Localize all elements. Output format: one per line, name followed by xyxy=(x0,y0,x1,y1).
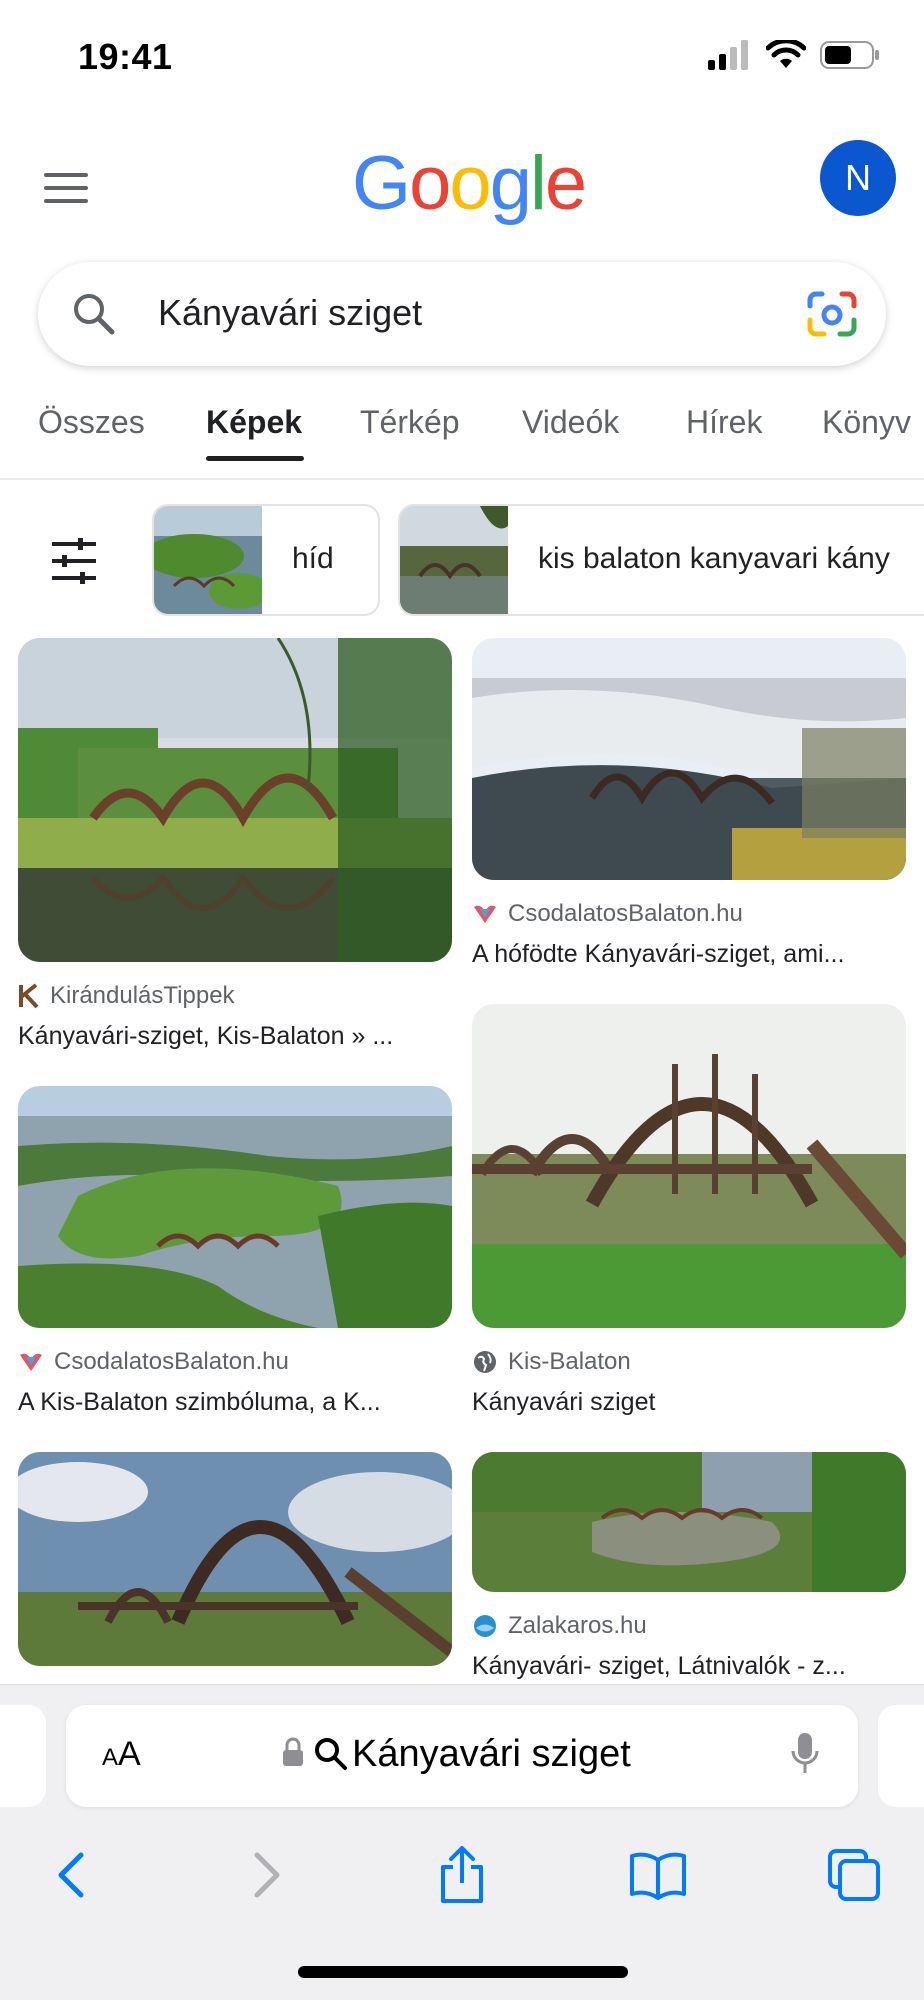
status-bar: 19:41 xyxy=(0,0,924,110)
status-time: 19:41 xyxy=(78,36,173,77)
filter-tune-icon[interactable] xyxy=(50,538,98,584)
back-button[interactable] xyxy=(30,1835,110,1915)
result-image-1[interactable] xyxy=(18,638,452,962)
result-image-5[interactable] xyxy=(18,1452,452,1666)
account-avatar[interactable]: N xyxy=(820,140,896,216)
result-source-4[interactable]: Kis-Balaton xyxy=(472,1348,631,1376)
home-indicator xyxy=(298,1966,628,1978)
csodalatosbalaton-favicon xyxy=(474,905,496,923)
result-title-2[interactable]: A hófödte Kányavári-sziget, ami... xyxy=(472,940,902,969)
source-name: Zalakaros.hu xyxy=(508,1612,647,1639)
previous-tab-address-bar[interactable] xyxy=(0,1705,46,1807)
globe-icon xyxy=(474,1351,496,1373)
wooden-bridge-photo xyxy=(472,1004,906,1328)
lock-icon xyxy=(283,1737,303,1766)
search-tabs: Összes Képek Térkép Videók Hírek Könyv xyxy=(0,400,924,470)
share-button[interactable] xyxy=(422,1835,502,1915)
tab-images[interactable]: Képek xyxy=(206,404,302,441)
chevron-right-icon xyxy=(254,1852,280,1898)
wifi-icon xyxy=(766,40,806,68)
tab-all[interactable]: Összes xyxy=(38,404,145,441)
aerial-bridge-photo xyxy=(18,1086,452,1328)
chevron-left-icon xyxy=(58,1852,84,1898)
hamburger-menu-button[interactable] xyxy=(44,160,100,216)
safari-bottom-bar: AA Kányavári sziget xyxy=(0,1684,924,2000)
bridge-photo xyxy=(18,638,452,962)
chip-label: kis balaton kanyavari kány xyxy=(538,542,890,575)
source-name: CsodalatosBalaton.hu xyxy=(508,900,743,927)
forward-button[interactable] xyxy=(228,1835,308,1915)
menu-icon xyxy=(44,173,88,177)
result-title-3[interactable]: A Kis-Balaton szimbóluma, a K... xyxy=(18,1388,448,1417)
tab-maps[interactable]: Térkép xyxy=(360,404,460,441)
address-text: Kányavári sziget xyxy=(352,1733,631,1775)
result-title-5[interactable]: Kányavári- sziget, Látnivalók - z... xyxy=(472,1652,902,1681)
reader-options-button[interactable]: AA xyxy=(102,1735,141,1774)
source-name: Kis-Balaton xyxy=(508,1348,631,1375)
snowy-bridge-photo xyxy=(472,638,906,880)
csodalatosbalaton-favicon xyxy=(20,1353,42,1371)
result-image-4[interactable] xyxy=(472,1004,906,1328)
chip-label: híd xyxy=(292,542,334,575)
address-bar[interactable]: AA Kányavári sziget xyxy=(66,1705,858,1807)
cellular-signal-icon xyxy=(708,40,748,70)
result-image-3[interactable] xyxy=(18,1086,452,1328)
result-source-2[interactable]: CsodalatosBalaton.hu xyxy=(472,900,743,928)
book-icon xyxy=(630,1852,686,1900)
result-image-2[interactable] xyxy=(472,638,906,880)
microphone-icon[interactable] xyxy=(790,1731,820,1777)
source-name: CsodalatosBalaton.hu xyxy=(54,1348,289,1375)
search-icon xyxy=(315,1738,347,1770)
result-source-5[interactable]: Zalakaros.hu xyxy=(472,1612,647,1640)
wetland-bridge-photo xyxy=(472,1452,906,1592)
share-icon xyxy=(441,1846,483,1903)
chip-thumbnail xyxy=(400,506,508,614)
result-source-3[interactable]: CsodalatosBalaton.hu xyxy=(18,1348,289,1376)
arch-bridge-sky-photo xyxy=(18,1452,452,1666)
google-header: Google N xyxy=(0,130,924,240)
chip-kis-balaton[interactable]: kis balaton kanyavari kány xyxy=(398,504,924,616)
google-lens-camera-icon[interactable] xyxy=(806,290,858,338)
source-name: KirándulásTippek xyxy=(50,982,235,1009)
bookmarks-button[interactable] xyxy=(618,1835,698,1915)
result-title-1[interactable]: Kányavári-sziget, Kis-Balaton » ... xyxy=(18,1022,448,1051)
refinement-chips: híd kis balaton kanyavari kány xyxy=(0,504,924,616)
google-logo[interactable]: Google xyxy=(352,140,587,227)
search-icon xyxy=(74,294,115,335)
tabs-button[interactable] xyxy=(814,1835,894,1915)
divider xyxy=(0,478,924,480)
tab-news[interactable]: Hírek xyxy=(686,404,762,441)
result-source-1[interactable]: KirándulásTippek xyxy=(18,982,235,1010)
battery-icon xyxy=(820,41,879,69)
search-box[interactable]: Kányavári sziget xyxy=(38,262,886,366)
active-tab-indicator xyxy=(206,456,304,461)
tab-videos[interactable]: Videók xyxy=(522,404,619,441)
tabs-icon xyxy=(828,1849,880,1901)
next-tab-address-bar[interactable] xyxy=(878,1705,924,1807)
result-title-4[interactable]: Kányavári sziget xyxy=(472,1388,902,1417)
search-input[interactable]: Kányavári sziget xyxy=(158,292,422,334)
chip-hid[interactable]: híd xyxy=(152,504,380,616)
zalakaros-favicon xyxy=(474,1615,496,1637)
tab-books[interactable]: Könyv xyxy=(822,404,911,441)
status-icons xyxy=(708,40,880,70)
result-image-6[interactable] xyxy=(472,1452,906,1592)
chip-thumbnail xyxy=(154,506,262,614)
kirandulastippek-favicon xyxy=(19,983,39,1009)
